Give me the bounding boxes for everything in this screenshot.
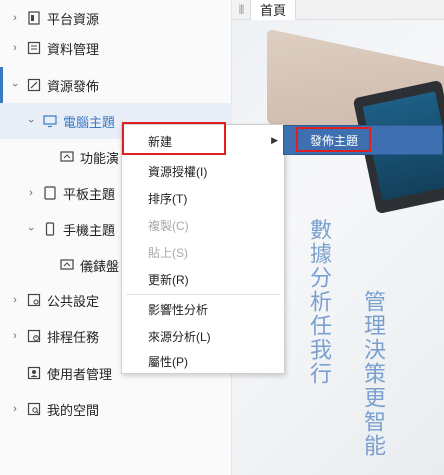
slogan-line-2: 管理決策更智能	[360, 290, 385, 458]
sidebar-item-resource-publish[interactable]: › 資源發佈	[0, 67, 232, 103]
highlight-box	[296, 127, 371, 152]
sidebar-item-label: 資料管理	[47, 41, 100, 57]
menu-item-label: 更新(R)	[148, 272, 189, 287]
menu-item-label: 來源分析(L)	[148, 329, 211, 344]
public-settings-icon	[27, 293, 41, 307]
chevron-right-icon[interactable]: ›	[9, 42, 21, 54]
sidebar-item-my-space[interactable]: › 我的空間	[0, 391, 232, 427]
menu-item-resource-authorization[interactable]: 資源授權(I)	[122, 158, 284, 184]
sidebar-item-label: 功能演	[80, 150, 120, 166]
chevron-right-icon[interactable]: ›	[9, 294, 21, 306]
chevron-down-icon[interactable]: ›	[9, 79, 21, 91]
menu-item-properties[interactable]: 屬性(P)	[122, 348, 284, 374]
drag-handle-icon[interactable]: |||	[232, 4, 250, 15]
menu-item-label: 屬性(P)	[148, 354, 188, 369]
data-management-icon	[27, 41, 41, 55]
sidebar-item-label: 電腦主題	[63, 114, 116, 130]
tab-bar: ||| 首頁	[232, 0, 444, 20]
menu-item-label: 影響性分析	[148, 302, 209, 317]
sidebar-item-label: 平台資源	[47, 11, 100, 27]
menu-item-label: 貼上(S)	[148, 245, 188, 260]
chevron-right-icon[interactable]: ›	[9, 330, 21, 342]
menu-item-copy: 複製(C)	[122, 212, 284, 238]
sidebar-item-label: 手機主題	[63, 222, 116, 238]
menu-item-impact-analysis[interactable]: 影響性分析	[122, 296, 284, 322]
sidebar-item-label: 使用者管理	[47, 366, 113, 382]
dashboard-icon	[60, 258, 74, 272]
tab-home[interactable]: 首頁	[250, 0, 297, 20]
chevron-down-icon[interactable]: ›	[25, 115, 37, 127]
phone-icon	[43, 222, 57, 236]
sidebar-item-label: 平板主題	[63, 186, 116, 202]
sidebar-item-data-management[interactable]: › 資料管理	[0, 30, 232, 66]
menu-item-label: 資源授權(I)	[148, 164, 208, 179]
slogan-line-1: 數據分析任我行	[306, 218, 331, 386]
schedule-icon	[27, 329, 41, 343]
highlight-box	[122, 122, 226, 155]
sidebar-item-label: 儀錶盤	[80, 258, 120, 274]
resource-publish-icon	[27, 78, 41, 92]
menu-item-label: 複製(C)	[148, 218, 189, 233]
monitor-icon	[43, 114, 57, 128]
menu-item-paste: 貼上(S)	[122, 239, 284, 265]
sidebar-item-label: 公共設定	[47, 293, 100, 309]
submenu-arrow-icon: ▶	[271, 135, 278, 145]
menu-item-source-analysis[interactable]: 來源分析(L)	[122, 323, 284, 349]
tablet-icon	[43, 186, 57, 200]
menu-item-refresh[interactable]: 更新(R)	[122, 266, 284, 292]
platform-resource-icon	[27, 11, 41, 25]
sidebar-item-label: 排程任務	[47, 329, 100, 345]
chevron-down-icon[interactable]: ›	[25, 223, 37, 235]
chevron-right-icon[interactable]: ›	[9, 12, 21, 24]
dashboard-icon	[60, 150, 74, 164]
tab-label: 首頁	[260, 3, 287, 18]
menu-item-sort[interactable]: 排序(T)	[122, 185, 284, 211]
menu-separator	[126, 294, 280, 295]
user-management-icon	[27, 366, 41, 380]
my-space-icon	[27, 402, 41, 416]
context-menu: 新建 ▶ 資源授權(I) 排序(T) 複製(C) 貼上(S) 更新(R) 影響性…	[121, 124, 285, 374]
menu-item-label: 排序(T)	[148, 191, 188, 206]
chevron-right-icon[interactable]: ›	[25, 187, 37, 199]
sidebar-item-label: 我的空間	[47, 402, 100, 418]
chevron-right-icon[interactable]: ›	[9, 403, 21, 415]
sidebar-item-label: 資源發佈	[47, 78, 100, 94]
